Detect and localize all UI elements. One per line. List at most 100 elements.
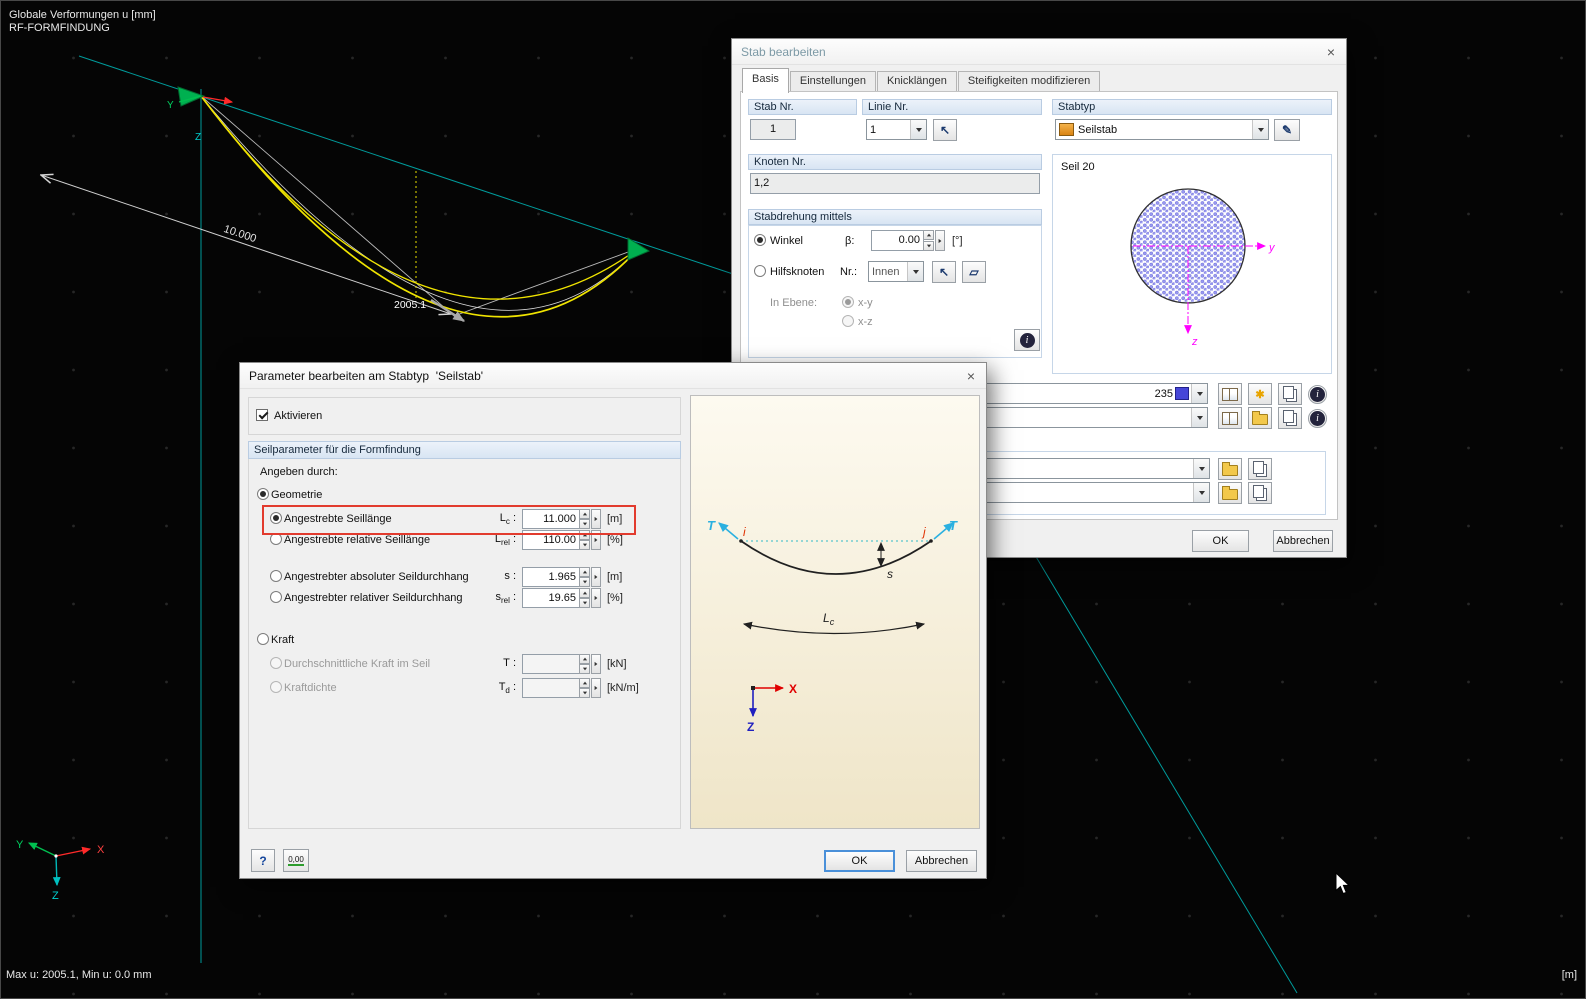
kraftdichte-input[interactable] <box>522 678 580 698</box>
radio-geometrie[interactable] <box>257 488 269 500</box>
linie-nr-dropdown[interactable]: 1 <box>866 119 927 140</box>
rel-durchhang-input[interactable]: 19.65 <box>522 588 580 608</box>
hinge-end-folder-button[interactable] <box>1218 482 1242 504</box>
hinge-start-folder-button[interactable] <box>1218 458 1242 480</box>
section-info-button[interactable]: i <box>1308 409 1327 428</box>
copy-icon <box>1253 485 1264 498</box>
hinge-start-edit-button[interactable] <box>1248 458 1272 480</box>
geometry-row: Geometrie <box>240 484 681 506</box>
knoten-nr-field[interactable]: 1,2 <box>750 173 1040 194</box>
spinner[interactable] <box>579 654 590 674</box>
sag-label: s <box>887 567 893 581</box>
spin-down-icon[interactable] <box>923 241 934 251</box>
kraft-input[interactable] <box>522 654 580 674</box>
ok-button[interactable]: OK <box>1192 530 1249 552</box>
radio-kraft-im-seil[interactable] <box>270 657 282 669</box>
info-button[interactable]: i <box>1014 329 1040 351</box>
radio-kraftdichte[interactable] <box>270 681 282 693</box>
stab-nr-field[interactable]: 1 <box>750 119 796 140</box>
radio-seillaenge[interactable] <box>270 512 282 524</box>
new-node-button[interactable]: ▱ <box>962 261 986 283</box>
chevron-down-icon <box>907 262 923 281</box>
expand-button[interactable] <box>591 654 601 674</box>
section-library-button[interactable] <box>1218 407 1242 429</box>
radio-plane-xy[interactable] <box>842 296 854 308</box>
spinner[interactable] <box>579 530 590 550</box>
hinge-end-edit-button[interactable] <box>1248 482 1272 504</box>
radio-kraft[interactable] <box>257 633 269 645</box>
spin-up-icon[interactable] <box>923 230 934 240</box>
section-folder-button[interactable] <box>1248 407 1272 429</box>
in-ebene-label: In Ebene: <box>770 297 817 309</box>
close-icon[interactable]: × <box>956 363 986 388</box>
seillaenge-input[interactable]: 11.000 <box>522 509 580 529</box>
units-button[interactable]: 0,00 <box>283 849 309 872</box>
cancel-button[interactable]: Abbrechen <box>906 850 977 872</box>
spinner[interactable] <box>579 678 590 698</box>
tab-einstellungen[interactable]: Einstellungen <box>790 71 876 92</box>
pick-line-button[interactable]: ↖ <box>933 119 957 141</box>
beta-input[interactable]: 0.00 <box>871 230 924 251</box>
dialog-titlebar: Parameter bearbeiten am Stabtyp 'Seilsta… <box>240 363 986 389</box>
radio-rel-durchhang[interactable] <box>270 591 282 603</box>
result-type-label: Globale Verformungen u [mm] <box>9 9 156 21</box>
global-axes: X Y Z <box>16 839 105 902</box>
beta-expand-button[interactable] <box>935 230 945 251</box>
unit-label: [kN/m] <box>607 682 639 694</box>
info-icon: i <box>1310 387 1325 402</box>
material-new-button[interactable]: ✱ <box>1248 383 1272 405</box>
seilstab-icon <box>1059 123 1074 136</box>
stabtyp-dropdown[interactable]: Seilstab <box>1055 119 1269 140</box>
abs-durchhang-input[interactable]: 1.965 <box>522 567 580 587</box>
ok-button[interactable]: OK <box>824 850 895 872</box>
param-row-abs-durchhang: Angestrebter absoluter Seildurchhang s :… <box>240 566 681 588</box>
symbol-label: Td : <box>472 681 516 695</box>
expand-button[interactable] <box>591 588 601 608</box>
radio-abs-durchhang[interactable] <box>270 570 282 582</box>
group-label: Stab Nr. <box>754 101 794 113</box>
diagram-axis-x-label: X <box>789 682 797 696</box>
activate-checkbox[interactable] <box>256 409 268 421</box>
grid-line-chord <box>79 56 733 274</box>
spinner[interactable] <box>579 567 590 587</box>
pick-icon: ↖ <box>939 265 949 279</box>
expand-button[interactable] <box>591 678 601 698</box>
pick-node-button[interactable]: ↖ <box>932 261 956 283</box>
radio-plane-xz[interactable] <box>842 315 854 327</box>
reference-curve <box>201 96 639 310</box>
radio-hilfsknoten[interactable] <box>754 265 766 277</box>
group-knoten-nr: Knoten Nr. <box>748 154 1042 170</box>
close-icon[interactable]: × <box>1316 39 1346 64</box>
radio-winkel[interactable] <box>754 234 766 246</box>
spinner[interactable] <box>579 509 590 529</box>
tension-left-label: T <box>707 518 716 533</box>
tab-knicklaengen[interactable]: Knicklängen <box>877 71 957 92</box>
param-row-kraft-im-seil: Durchschnittliche Kraft im Seil T : [kN] <box>240 653 681 675</box>
cable-diagram-panel: T T i j s Lc X Z <box>690 395 980 829</box>
material-info-button[interactable]: i <box>1308 385 1327 404</box>
tab-steifigkeiten[interactable]: Steifigkeiten modifizieren <box>958 71 1100 92</box>
rel-seillaenge-input[interactable]: 110.00 <box>522 530 580 550</box>
folder-icon <box>1222 489 1238 500</box>
cancel-button[interactable]: Abbrechen <box>1273 530 1333 552</box>
param-row-rel-seillaenge: Angestrebte relative Seillänge Lrel : 11… <box>240 529 681 551</box>
material-edit-button[interactable] <box>1278 383 1302 405</box>
help-button[interactable]: ? <box>251 849 275 872</box>
library-icon <box>1222 412 1238 425</box>
param-row-seillaenge: Angestrebte Seillänge Lc : 11.000 [m] <box>240 508 681 530</box>
tab-basis[interactable]: Basis <box>742 68 789 93</box>
beta-spinner[interactable] <box>923 230 934 251</box>
edit-stabtyp-button[interactable]: ✎ <box>1274 119 1300 141</box>
material-library-button[interactable] <box>1218 383 1242 405</box>
unit-indicator: [m] <box>1562 969 1577 981</box>
group-stabdrehung: Stabdrehung mittels <box>748 209 1042 225</box>
expand-button[interactable] <box>591 509 601 529</box>
hilfsknoten-dropdown[interactable]: Innen <box>868 261 924 282</box>
node-axis-y-label: Y <box>167 100 174 111</box>
expand-button[interactable] <box>591 567 601 587</box>
radio-rel-seillaenge[interactable] <box>270 533 282 545</box>
section-edit-button[interactable] <box>1278 407 1302 429</box>
spinner[interactable] <box>579 588 590 608</box>
info-icon: i <box>1020 333 1035 348</box>
expand-button[interactable] <box>591 530 601 550</box>
